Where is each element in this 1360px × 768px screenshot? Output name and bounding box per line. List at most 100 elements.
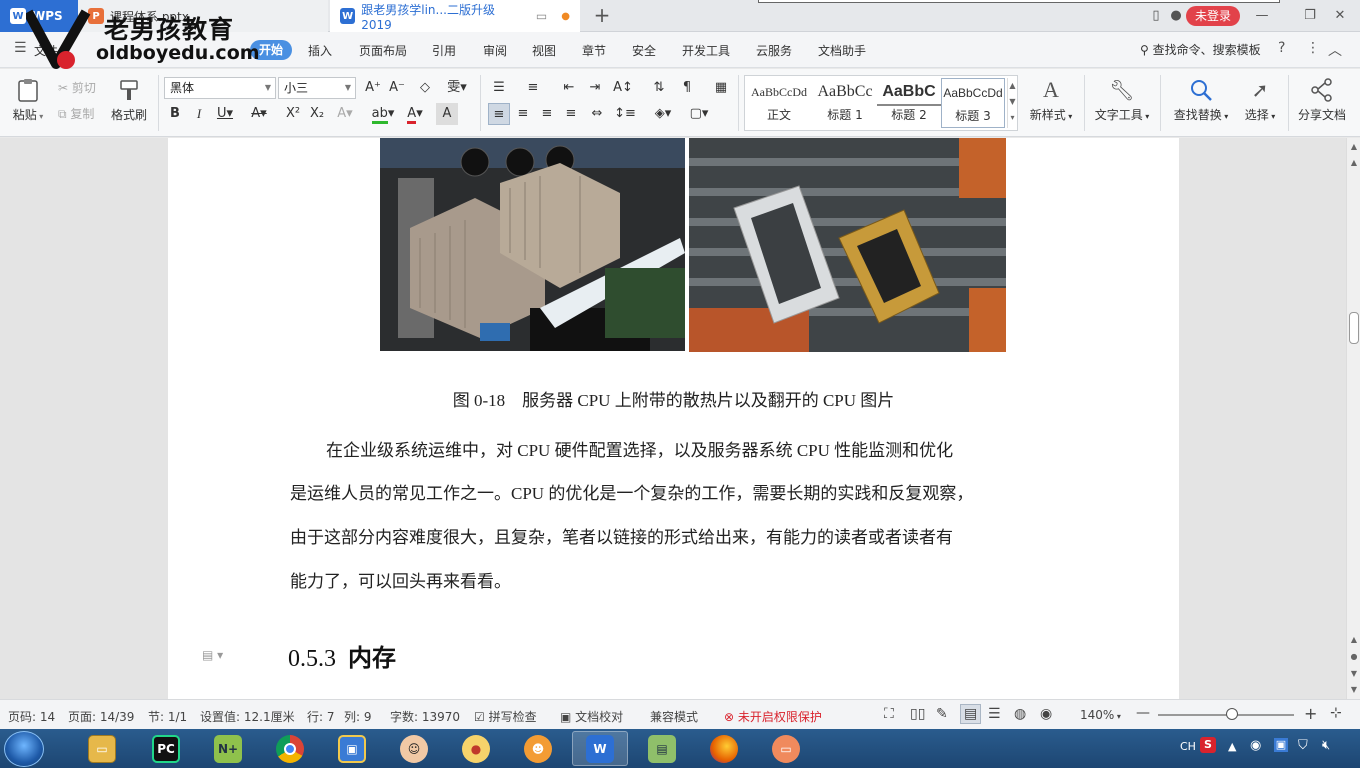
format-painter-button[interactable]: 格式刷 <box>108 77 150 123</box>
menu-doc-assistant[interactable]: 文档助手 <box>818 42 866 59</box>
hamburger-icon[interactable]: ☰ <box>14 40 27 56</box>
status-setting[interactable]: 设置值: 12.1厘米 <box>200 708 295 725</box>
permission-button[interactable]: ⊗ 未开启权限保护 <box>724 708 822 725</box>
text-tools-button[interactable]: 🔧︎ 文字工具 ▾ <box>1092 77 1152 123</box>
page-view-icon[interactable]: ▤ <box>960 704 982 724</box>
security-shield-icon[interactable]: ⛉ <box>1298 738 1308 753</box>
write-mode-icon[interactable]: ✎ <box>936 706 948 722</box>
align-left-icon[interactable]: ≡ <box>488 103 510 125</box>
shading-icon[interactable]: ◈▾ <box>648 103 678 125</box>
outline-view-icon[interactable]: ☰ <box>988 706 1001 722</box>
menu-layout[interactable]: 页面布局 <box>359 42 407 59</box>
new-style-button[interactable]: A 新样式 ▾ <box>1026 77 1076 123</box>
status-words[interactable]: 字数: 13970 <box>390 708 460 725</box>
sogou-ime-icon[interactable]: S <box>1200 737 1216 753</box>
taskbar-chrome[interactable] <box>262 731 318 766</box>
maximize-icon[interactable]: ❐ <box>1298 6 1322 26</box>
scroll-thumb[interactable] <box>1349 312 1359 344</box>
zoom-select[interactable]: 140% ▾ <box>1080 708 1121 722</box>
taskbar-wps-writer[interactable]: W <box>572 731 628 766</box>
increase-indent-icon[interactable]: ⇥ <box>584 77 606 99</box>
bullet-list-icon[interactable]: ☰ <box>488 77 510 99</box>
text-direction-icon[interactable]: A↕ <box>612 77 634 99</box>
status-page-no[interactable]: 页码: 14 <box>8 708 55 725</box>
close-icon[interactable]: ✕ <box>1328 6 1352 26</box>
tab-window-icon[interactable]: ▭ <box>536 9 547 23</box>
tray-expand-icon[interactable]: ▲ <box>1228 740 1236 753</box>
scroll-down-icon[interactable]: ▼ <box>1348 683 1360 697</box>
taskbar-recorder[interactable]: ▭ <box>758 731 814 766</box>
minimize-icon[interactable]: — <box>1250 6 1274 26</box>
spell-check-button[interactable]: ☑ 拼写检查 <box>474 708 537 725</box>
command-search[interactable]: ⚲ 查找命令、搜索模板 <box>1140 41 1261 58</box>
more-icon[interactable]: ⋮ <box>1306 40 1320 56</box>
table-border-icon[interactable]: ▦ <box>710 77 732 99</box>
menu-reference[interactable]: 引用 <box>432 42 456 59</box>
status-col[interactable]: 列: 9 <box>344 708 372 725</box>
subscript-icon[interactable]: X₂ <box>306 103 328 125</box>
paste-button[interactable]: 粘贴 ▾ <box>8 77 48 123</box>
network-app-icon[interactable]: ◉ <box>1250 738 1261 753</box>
style-heading-1[interactable]: AaBbCc 标题 1 <box>813 78 877 128</box>
find-replace-button[interactable]: 查找替换 ▾ <box>1170 77 1232 123</box>
justify-icon[interactable]: ≡ <box>560 103 582 125</box>
font-name-select[interactable]: 黑体 ▼ <box>164 77 276 99</box>
show-marks-icon[interactable]: ¶ <box>676 77 698 99</box>
bold-icon[interactable]: B <box>164 103 186 125</box>
strikethrough-icon[interactable]: A▾ <box>248 103 270 125</box>
copy-button[interactable]: ⧉ 复制 <box>58 105 94 122</box>
styles-scroll[interactable]: ▲ ▼ ▾ <box>1007 78 1017 128</box>
superscript-icon[interactable]: X² <box>282 103 304 125</box>
numbered-list-icon[interactable]: ≡ <box>522 77 544 99</box>
italic-icon[interactable]: I <box>188 103 210 125</box>
status-row[interactable]: 行: 7 <box>307 708 335 725</box>
taskbar-avatar-app[interactable]: ☺ <box>386 731 442 766</box>
decrease-indent-icon[interactable]: ⇤ <box>558 77 580 99</box>
menu-home[interactable]: 开始 <box>250 40 292 60</box>
menu-view[interactable]: 视图 <box>532 42 556 59</box>
menu-security[interactable]: 安全 <box>632 42 656 59</box>
text-effect-icon[interactable]: A▾ <box>334 103 356 125</box>
taskbar-notepad[interactable]: N+ <box>200 731 256 766</box>
new-tab-button[interactable]: + <box>590 5 614 27</box>
sort-icon[interactable]: ⇅ <box>648 77 670 99</box>
align-center-icon[interactable]: ≡ <box>512 103 534 125</box>
next-page-icon[interactable]: ▼ <box>1348 667 1360 681</box>
scroll-up-icon[interactable]: ▲ <box>1348 140 1360 154</box>
login-button[interactable]: 未登录 <box>1186 6 1240 26</box>
page-up-icon[interactable]: ▲ <box>1348 156 1360 170</box>
fit-window-icon[interactable]: ⊹ <box>1330 705 1342 721</box>
menu-devtools[interactable]: 开发工具 <box>682 42 730 59</box>
shrink-font-icon[interactable]: A⁻ <box>386 77 408 99</box>
zoom-in-icon[interactable]: + <box>1304 704 1317 723</box>
prev-page-icon[interactable]: ▲ <box>1348 633 1360 647</box>
underline-icon[interactable]: U▾ <box>214 103 236 125</box>
clear-format-icon[interactable]: ◇ <box>414 77 436 99</box>
line-spacing-icon[interactable]: ↕≡ <box>614 103 636 125</box>
help-icon[interactable]: ? <box>1278 40 1285 56</box>
tab-document[interactable]: W 跟老男孩学lin...二版升级2019 ▭ ● <box>330 0 580 32</box>
tab-pptx[interactable]: P 课程体系.pptx <box>78 0 328 32</box>
tab-wps-home[interactable]: W WPS <box>0 0 78 32</box>
taskbar-chat-app[interactable]: ☻ <box>510 731 566 766</box>
grow-font-icon[interactable]: A⁺ <box>362 77 384 99</box>
taskbar-pycharm[interactable]: PC <box>138 731 194 766</box>
phonetic-icon[interactable]: 雯▾ <box>442 77 472 99</box>
taskbar-firefox[interactable] <box>696 731 752 766</box>
style-heading-2[interactable]: AaBbC 标题 2 <box>877 78 941 128</box>
fullscreen-icon[interactable]: ⛶ <box>884 706 894 722</box>
cut-button[interactable]: ✂ 剪切 <box>58 79 96 96</box>
tray-app-icon[interactable]: ▣ <box>1274 738 1288 752</box>
align-right-icon[interactable]: ≡ <box>536 103 558 125</box>
font-size-select[interactable]: 小三 ▼ <box>278 77 356 99</box>
menu-chapter[interactable]: 章节 <box>582 42 606 59</box>
vertical-scrollbar[interactable]: ▲ ▲ ▲ ● ▼ ▼ <box>1346 138 1360 699</box>
eye-protection-icon[interactable]: ◉ <box>1040 706 1052 722</box>
style-normal[interactable]: AaBbCcDd 正文 <box>747 78 811 128</box>
collapse-ribbon-icon[interactable]: ︿ <box>1328 40 1342 60</box>
zoom-out-icon[interactable]: — <box>1136 705 1150 721</box>
input-language[interactable]: CH <box>1180 740 1196 753</box>
taskbar-paint[interactable]: ● <box>448 731 504 766</box>
taskbar-xmind[interactable]: ▣ <box>324 731 380 766</box>
reading-mode-icon[interactable]: ▯▯ <box>910 706 925 722</box>
